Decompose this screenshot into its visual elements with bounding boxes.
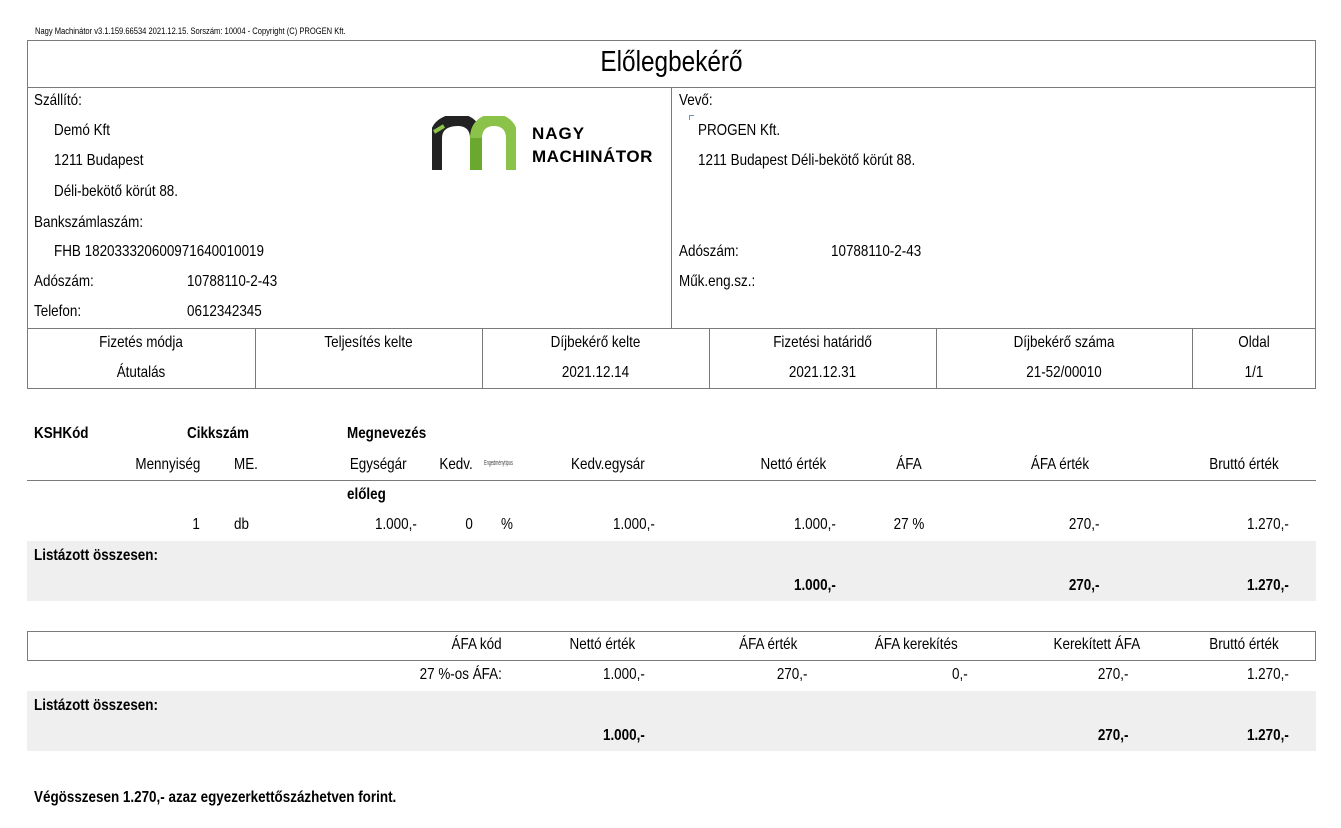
info-label-number: Díjbekérő száma [1013, 334, 1115, 351]
vat-col-gross: Bruttó érték [1209, 636, 1279, 653]
vat-total-gross: 1.270,- [1247, 727, 1289, 744]
col-sku: Cikkszám [187, 425, 250, 442]
col-ksh: KSHKód [34, 425, 89, 442]
buyer-label: Vevő: [679, 92, 713, 109]
items-total-label: Listázott összesen: [34, 547, 158, 564]
vat-row-code: 27 %-os ÁFA: [419, 666, 502, 683]
supplier-bank-label: Bankszámlaszám: [34, 214, 144, 231]
vat-row-rounded: 270,- [1097, 666, 1128, 683]
supplier-city: 1211 Budapest [54, 152, 144, 169]
vat-col-net: Nettó érték [569, 636, 635, 653]
vat-col-vat: ÁFA érték [738, 636, 797, 653]
item-unit: db [234, 516, 249, 533]
col-unit: ME. [234, 456, 258, 473]
col-unit-price: Egységár [350, 456, 407, 473]
col-disc-type: Engedménytípus [484, 460, 513, 467]
vat-total-rounded: 270,- [1097, 727, 1128, 744]
vat-row-gross: 1.270,- [1247, 666, 1289, 683]
supplier-tax-value: 10788110-2-43 [187, 273, 278, 290]
items-header-rule [27, 480, 1316, 481]
col-disc: Kedv. [439, 456, 473, 473]
supplier-phone-label: Telefon: [34, 303, 82, 320]
item-disc: 0 [465, 516, 473, 533]
col-disc-price: Kedv.egysár [571, 456, 645, 473]
info-divider [1192, 328, 1193, 389]
buyer-corner-mark [689, 115, 694, 120]
page-title: Előlegbekérő [600, 46, 743, 78]
col-gross: Bruttó érték [1209, 456, 1279, 473]
supplier-label: Szállító: [34, 92, 82, 109]
vat-total-label: Listázott összesen: [34, 697, 158, 714]
supplier-tax-label: Adószám: [34, 273, 94, 290]
info-label-due-date: Fizetési határidő [773, 334, 872, 351]
supplier-bank-value: FHB 18203332060097164001001​9 [54, 243, 265, 260]
info-value-page: 1/1 [1244, 364, 1264, 381]
col-vat: ÁFA [896, 456, 922, 473]
vat-total-net: 1.000,- [603, 727, 645, 744]
supplier-phone-value: 0612342345 [187, 303, 262, 320]
buyer-name: PROGEN Kft. [698, 122, 781, 139]
vat-row-rounding: 0,- [952, 666, 968, 683]
items-total-net: 1.000,- [794, 577, 836, 594]
item-vat: 27 % [893, 516, 925, 533]
info-divider [255, 328, 256, 389]
vat-row-net: 1.000,- [603, 666, 645, 683]
info-value-due-date: 2021.12.31 [788, 364, 857, 381]
company-logo: NAGY MACHINÁTOR [432, 116, 667, 174]
item-qty: 1 [192, 516, 200, 533]
buyer-reg-label: Műk.eng.sz.: [679, 273, 756, 290]
supplier-street: Déli-bekötő körút 88. [54, 183, 179, 200]
parties-divider [671, 87, 672, 329]
vat-col-rounded: Kerekített ÁFA [1053, 636, 1140, 653]
col-qty: Mennyiség [135, 456, 200, 473]
info-divider [936, 328, 937, 389]
vat-row-vat: 270,- [776, 666, 807, 683]
vat-col-rounding: ÁFA kerekítés [875, 636, 958, 653]
info-value-issue-date: 2021.12.14 [561, 364, 630, 381]
buyer-address: 1211 Budapest Déli-bekötő körút 88. [698, 152, 916, 169]
logo-mark-icon [432, 116, 516, 170]
logo-line2: MACHINÁTOR [532, 147, 653, 166]
col-vat-value: ÁFA érték [1030, 456, 1090, 473]
info-divider [709, 328, 710, 389]
info-label-page: Oldal [1238, 334, 1270, 351]
items-total-gross: 1.270,- [1247, 577, 1289, 594]
item-disc-type: % [501, 516, 513, 533]
item-unit-price: 1.000,- [375, 516, 417, 533]
info-label-fulfilment: Teljesítés kelte [324, 334, 413, 351]
item-disc-price: 1.000,- [613, 516, 655, 533]
info-label-issue-date: Díjbekérő kelte [550, 334, 641, 351]
info-divider [482, 328, 483, 389]
header-note: Nagy Machinátor v3.1.159.66534 2021.12.1… [35, 26, 346, 36]
supplier-name: Demó Kft [54, 122, 111, 139]
buyer-tax-value: 10788110-2-43 [831, 243, 922, 260]
buyer-tax-label: Adószám: [679, 243, 739, 260]
col-net: Nettó érték [760, 456, 826, 473]
item-name: előleg [347, 486, 386, 503]
items-total-band [27, 541, 1316, 601]
items-total-vat: 270,- [1068, 577, 1099, 594]
info-value-payment: Átutalás [116, 364, 166, 381]
logo-line1: NAGY [532, 124, 586, 143]
vat-col-code: ÁFA kód [451, 636, 502, 653]
item-gross: 1.270,- [1247, 516, 1289, 533]
info-label-payment: Fizetés módja [99, 334, 183, 351]
item-net: 1.000,- [794, 516, 836, 533]
grand-total-text: Végösszesen 1.270,- azaz egyezerkettőszá… [34, 789, 397, 806]
item-vat-value: 270,- [1068, 516, 1099, 533]
info-value-number: 21-52/00010 [1026, 364, 1102, 381]
col-name: Megnevezés [347, 425, 427, 442]
